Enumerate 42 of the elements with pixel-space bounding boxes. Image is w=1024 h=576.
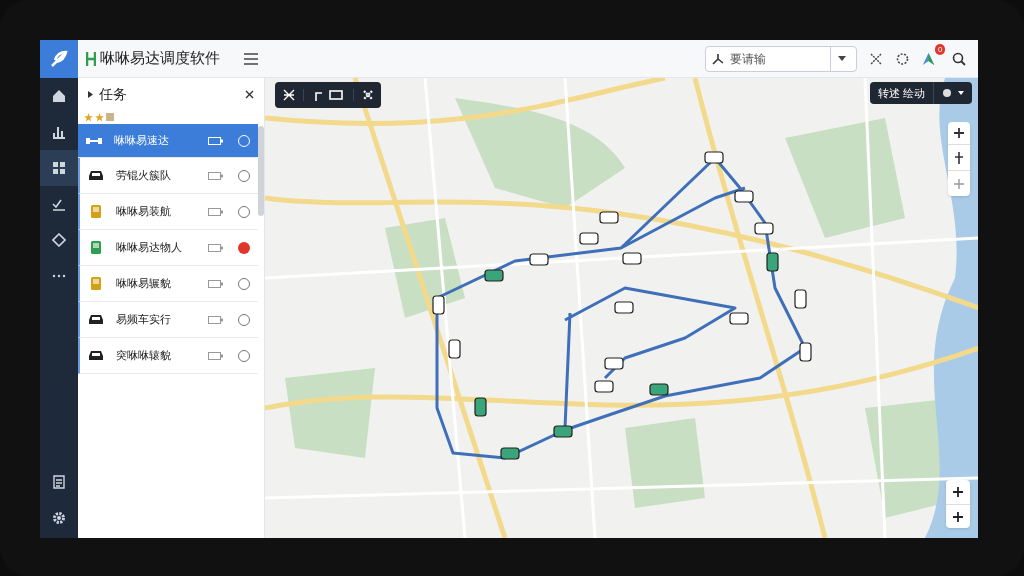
alert-icon[interactable]	[238, 241, 250, 254]
task-name: 突咻咻辕貌	[116, 348, 172, 364]
task-item[interactable]: 咻咻易装航	[78, 194, 258, 230]
grid-icon[interactable]	[40, 150, 78, 186]
menu-icon[interactable]	[244, 52, 258, 65]
search-icon[interactable]	[952, 51, 966, 66]
star-icon	[95, 112, 104, 122]
search-input[interactable]: 要请输	[730, 49, 830, 68]
star-icon	[84, 112, 93, 122]
task-item[interactable]: 突咻咻辕貌	[78, 338, 258, 374]
battery-icon	[208, 351, 224, 360]
close-icon[interactable]	[245, 89, 254, 99]
task-item[interactable]: 咻咻易辗貌	[78, 266, 258, 302]
battery-icon	[208, 315, 224, 324]
scrollbar[interactable]	[258, 126, 264, 216]
caret-icon[interactable]	[88, 90, 93, 98]
shuttle-icon	[86, 135, 102, 146]
task-name: 咻咻易辗貌	[116, 276, 172, 292]
task-name: 咻咻易速达	[114, 133, 170, 149]
task-name: 劳锟火簇队	[116, 168, 172, 184]
notification-badge: 0	[935, 43, 946, 55]
search-field[interactable]: 要请输	[705, 45, 857, 72]
battery-icon	[208, 279, 224, 288]
car-icon	[88, 169, 104, 182]
task-name: 咻咻易装航	[116, 204, 172, 220]
task-item[interactable]: 易频车实行	[78, 302, 258, 338]
battery-icon	[208, 171, 224, 180]
globe-icon	[942, 88, 952, 98]
task-name: 咻咻易达物人	[116, 240, 183, 256]
task-item[interactable]: 咻咻易速达	[78, 124, 258, 158]
task-item[interactable]: 劳锟火簇队	[78, 158, 258, 194]
battery-icon	[208, 243, 224, 252]
caret-icon	[958, 91, 964, 95]
task-item[interactable]: 咻咻易达物人	[78, 230, 258, 266]
battery-icon	[208, 136, 224, 145]
car-icon	[88, 313, 104, 326]
task-name: 易频车实行	[116, 312, 172, 328]
app-logo-icon	[86, 51, 96, 66]
battery-icon	[208, 207, 224, 216]
car-icon	[88, 349, 104, 362]
app-title: 咻咻易达调度软件	[100, 48, 220, 69]
panel-title: 任务	[99, 84, 127, 104]
